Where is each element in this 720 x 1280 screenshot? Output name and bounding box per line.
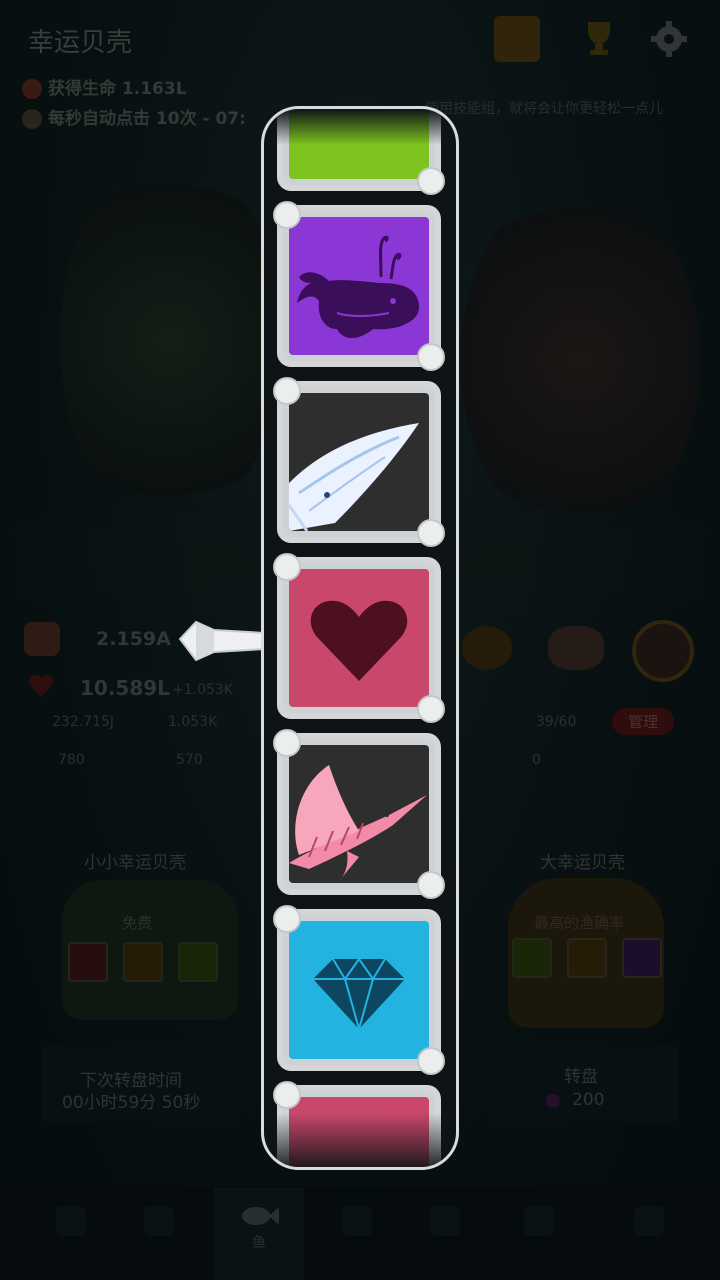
cake-icon [24,622,60,656]
free-label: 免费 [122,914,153,932]
game-screen: 幸运贝壳 获得生命 1.163L 每秒自动点击 10次 - 07: 使用技能组，… [0,0,720,1280]
best-rate-label: 最高的渔确率 [534,914,625,932]
trophy-icon[interactable] [582,18,616,58]
small-shell-slots [68,942,219,986]
shell-corner-icon [417,1047,445,1075]
mini-whale-slot [622,938,663,978]
diamond-icon [313,957,405,1033]
gift-icon[interactable] [494,16,540,62]
tab-home[interactable] [36,1200,106,1260]
small-shell-title: 小小幸运贝壳 [84,853,186,873]
shell-corner-icon [273,553,301,581]
mini-fish-slot-2 [567,938,608,978]
slot-reel[interactable] [261,106,459,1170]
tab-fish[interactable]: 鱼 [214,1188,304,1280]
sailfish-icon [289,765,427,881]
life-gain-text: 获得生命 1.163L [48,79,187,99]
shell-corner-icon [273,729,301,757]
shell-corner-icon [273,201,301,229]
shell-corner-icon [417,519,445,547]
manage-button[interactable]: 管理 [612,708,675,735]
gem-cost-icon [546,1094,560,1108]
mini-turtle-slot-2 [512,938,552,978]
stat-d: 570 [176,752,203,768]
hint-text: 使用技能组，就将会让你更轻松一点儿 [425,101,663,117]
big-shell-slots [512,938,663,982]
auto-click-text: 每秒自动点击 10次 - 07: [48,109,246,129]
tab-more[interactable] [614,1200,684,1260]
fish-tab-icon [239,1204,279,1228]
mini-turtle-slot [178,942,219,982]
auto-click-line: 每秒自动点击 10次 - 07: [22,104,246,129]
heart-status-icon [22,79,42,99]
reel-strip [264,109,456,1167]
heart-stat-icon [28,674,54,698]
blue-whale-tile [273,377,445,547]
capacity-value: 39/60 [536,714,577,730]
tree-decoration-left [60,150,280,530]
shell-corner-icon [417,167,445,195]
hearts-value: 10.589L [80,676,170,700]
spin-label: 转盘 [564,1067,598,1087]
heart-icon [310,600,408,681]
life-gain-line: 获得生命 1.163L [22,74,187,99]
pet-icon[interactable] [548,626,604,670]
heart-tile [273,553,445,723]
diamond-tile [273,905,445,1075]
shell-corner-icon [273,905,301,933]
fish-tab-label: 鱼 [252,1235,266,1251]
spin-cost: 200 [572,1090,605,1110]
tab-treasure[interactable] [322,1200,392,1260]
big-shell-title: 大幸运贝壳 [540,853,625,873]
auto-click-icon [22,109,42,129]
gear-icon[interactable] [650,20,688,58]
stat-b: 1.053K [168,714,218,730]
stat-a: 232.715J [52,714,115,730]
hearts-rate: +1.053K [172,682,233,698]
next-spin-time: 00小时59分 50秒 [62,1093,201,1113]
blue-whale-icon [289,423,419,531]
shell-corner-icon [273,1081,301,1109]
tab-events[interactable] [504,1200,574,1260]
mini-heart-slot [68,942,108,982]
tab-shop[interactable] [410,1200,480,1260]
page-title: 幸运贝壳 [28,28,133,58]
shell-corner-icon [417,343,445,371]
shell-corner-icon [273,377,301,405]
primary-value: 2.159A [96,628,171,650]
stat-e: 0 [532,752,541,768]
whale-tile [273,201,445,371]
clownfish-icon[interactable] [462,626,512,670]
stat-c: 780 [58,752,85,768]
tab-coral[interactable] [124,1200,194,1260]
mystery-shell-icon[interactable] [632,620,694,682]
whale-icon [297,235,420,338]
shell-corner-icon [417,695,445,723]
shell-corner-icon [417,871,445,899]
sailfish-tile [273,729,445,899]
mini-fish-slot [123,942,164,982]
